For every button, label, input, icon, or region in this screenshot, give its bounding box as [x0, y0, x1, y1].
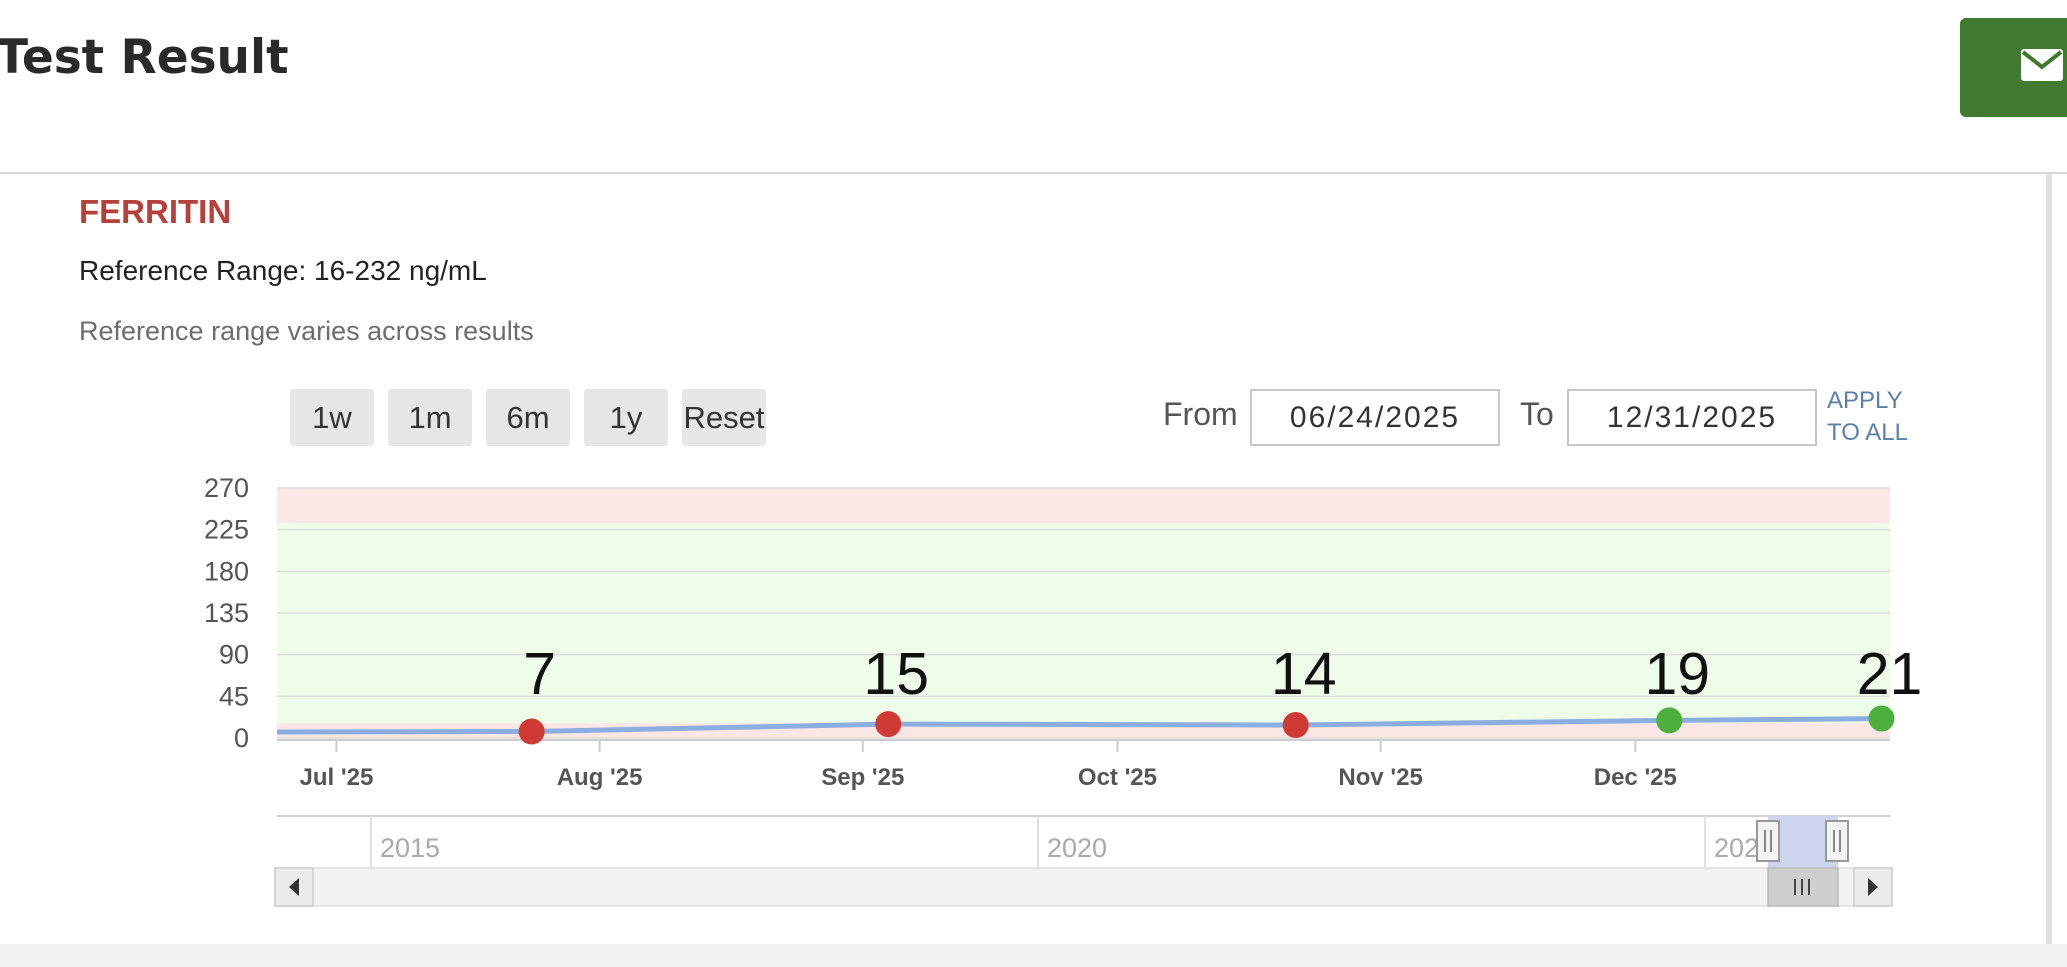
data-point[interactable] — [875, 711, 902, 738]
reference-band-0 — [277, 488, 1890, 524]
navigator-year-label: 2020 — [1047, 833, 1107, 863]
navigator-year-label: 202 — [1714, 833, 1759, 863]
data-label: 19 — [1644, 641, 1710, 707]
x-tick-label: Nov '25 — [1338, 764, 1422, 791]
navigator-year-label: 2015 — [380, 833, 440, 863]
x-tick-label: Oct '25 — [1078, 764, 1157, 791]
handle-body[interactable] — [1756, 820, 1780, 862]
scroll-left-button[interactable] — [274, 867, 314, 907]
x-tick-label: Jul '25 — [300, 764, 374, 791]
y-tick-label: 270 — [204, 473, 249, 503]
data-label: 21 — [1857, 641, 1923, 707]
data-label: 7 — [523, 641, 556, 707]
y-tick-label: 45 — [219, 681, 249, 711]
ferritin-chart: 0 45 90 135 180 225 270 Jul '25 Aug '25 Sep '25 Oc… — [204, 473, 1922, 907]
navigator-handle[interactable] — [1756, 820, 1780, 862]
scrollbar-thumb[interactable] — [1767, 867, 1839, 907]
navigator-handle[interactable] — [1825, 820, 1849, 862]
y-tick-label: 0 — [234, 723, 249, 753]
x-tick-label: Sep '25 — [821, 764, 904, 791]
plot-area: 0 45 90 135 180 225 270 Jul '25 Aug '25 Sep '25 Oc… — [204, 473, 1922, 791]
data-label: 15 — [863, 641, 929, 707]
y-tick-label: 90 — [219, 640, 249, 670]
y-tick-label: 180 — [204, 556, 249, 586]
scrollbar-track[interactable] — [274, 867, 1893, 907]
test-result-page: { "header": { "title": "Test Result", "e… — [0, 0, 2067, 967]
handle-body[interactable] — [1825, 820, 1849, 862]
y-tick-label: 135 — [204, 598, 249, 628]
data-point[interactable] — [1868, 705, 1895, 732]
x-tick-label: Dec '25 — [1594, 764, 1677, 791]
data-point[interactable] — [1656, 707, 1683, 734]
data-point[interactable] — [518, 718, 545, 745]
data-point[interactable] — [1282, 712, 1309, 739]
y-tick-label: 225 — [204, 515, 249, 545]
data-label: 14 — [1271, 641, 1337, 707]
range-navigator[interactable]: 2015 2020 202 — [274, 815, 1893, 907]
x-tick-label: Aug '25 — [557, 764, 643, 791]
scroll-right-button[interactable] — [1853, 867, 1893, 907]
